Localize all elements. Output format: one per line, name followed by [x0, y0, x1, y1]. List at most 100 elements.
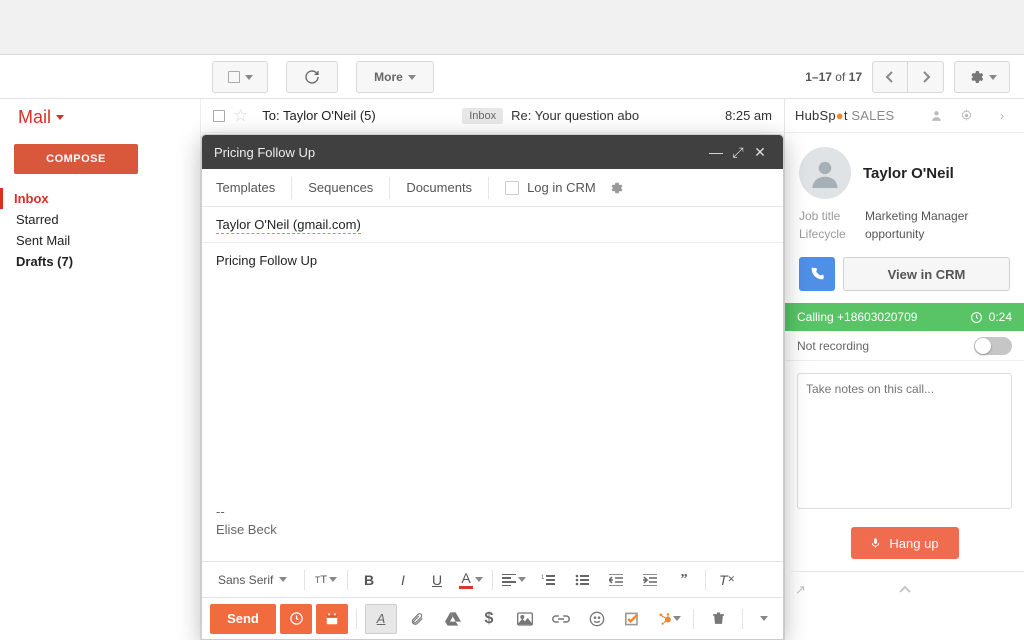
sidebar-item-drafts[interactable]: Drafts (7)	[14, 251, 182, 272]
text-color-icon[interactable]: A	[454, 566, 488, 594]
drive-icon[interactable]	[437, 604, 469, 634]
format-toggle-icon[interactable]: A	[365, 604, 397, 634]
more-label: More	[374, 70, 403, 84]
compose-body[interactable]: -- Elise Beck	[202, 278, 783, 561]
underline-icon[interactable]: U	[420, 566, 454, 594]
numbered-list-icon[interactable]: 1	[531, 566, 565, 594]
expand-icon[interactable]: ⤢	[727, 144, 749, 161]
call-timer: 0:24	[989, 310, 1012, 324]
row-subject: Re: Your question abo	[511, 108, 702, 123]
svg-text:1: 1	[541, 575, 545, 581]
folder-nav: Inbox Starred Sent Mail Drafts (7)	[14, 188, 182, 272]
mail-row[interactable]: ☆ To: Taylor O'Neil (5) Inbox Re: Your q…	[201, 99, 784, 133]
more-send-options[interactable]	[751, 604, 771, 634]
send-later-icon[interactable]	[280, 604, 312, 634]
hs-user-icon[interactable]	[930, 109, 954, 122]
settings-button[interactable]	[954, 61, 1010, 93]
font-dropdown[interactable]: Sans Serif	[210, 566, 300, 594]
sequences-tab[interactable]: Sequences	[292, 177, 390, 199]
inbox-chip: Inbox	[462, 108, 503, 124]
bold-icon[interactable]: B	[352, 566, 386, 594]
sidebar-item-starred[interactable]: Starred	[14, 209, 182, 230]
contact-properties: Job titleMarketing Manager Lifecycleoppo…	[785, 209, 1024, 257]
attach-icon[interactable]	[401, 604, 433, 634]
sidebar-item-sent[interactable]: Sent Mail	[14, 230, 182, 251]
money-icon[interactable]: $	[473, 604, 505, 634]
row-sender: To: Taylor O'Neil (5)	[262, 108, 462, 123]
log-in-crm-toggle[interactable]: Log in CRM	[505, 180, 596, 195]
align-icon[interactable]	[497, 566, 531, 594]
row-checkbox[interactable]	[213, 110, 225, 122]
indent-more-icon[interactable]	[633, 566, 667, 594]
sidebar-item-inbox[interactable]: Inbox	[0, 188, 182, 209]
italic-icon[interactable]: I	[386, 566, 420, 594]
next-page-button[interactable]	[908, 61, 944, 93]
recording-row: Not recording	[785, 331, 1024, 361]
call-notes	[797, 373, 1012, 509]
compose-header[interactable]: Pricing Follow Up — ⤢ ✕	[202, 135, 783, 169]
hs-expand-icon[interactable]: ›	[990, 108, 1014, 123]
send-button[interactable]: Send	[210, 604, 276, 634]
compose-subject-field[interactable]: Pricing Follow Up	[202, 243, 783, 278]
open-external-icon[interactable]: ↗	[795, 582, 806, 598]
trash-icon[interactable]	[702, 604, 734, 634]
send-bar: Send A $	[202, 597, 783, 639]
compose-settings-icon[interactable]	[610, 181, 624, 195]
signature-dash: --	[216, 504, 225, 519]
notes-textarea[interactable]	[797, 373, 1012, 509]
call-button[interactable]	[799, 257, 835, 291]
compose-button[interactable]: COMPOSE	[14, 144, 138, 174]
view-in-crm-button[interactable]: View in CRM	[843, 257, 1010, 291]
center-pane: ☆ To: Taylor O'Neil (5) Inbox Re: Your q…	[200, 99, 784, 640]
remove-format-icon[interactable]: T✕	[710, 566, 744, 594]
mail-toolbar: More 1–17 of 17	[0, 55, 1024, 99]
format-bar: Sans Serif TT B I U A 1 ” T✕	[202, 561, 783, 597]
mail-dropdown[interactable]: Mail	[18, 107, 182, 128]
hubspot-header: HubSp●t SALES ›	[785, 99, 1024, 133]
hubspot-logo: HubSp●t SALES	[795, 108, 894, 123]
recording-toggle[interactable]	[974, 337, 1012, 355]
text-size-icon[interactable]: TT	[309, 566, 343, 594]
chevron-right-icon	[921, 71, 931, 83]
contact-profile: Taylor O'Neil	[785, 133, 1024, 209]
hubspot-panel: HubSp●t SALES › Taylor O'Neil Job titleM…	[784, 99, 1024, 640]
page-counter: 1–17 of 17	[805, 70, 862, 84]
left-sidebar: Mail COMPOSE Inbox Starred Sent Mail Dra…	[0, 99, 200, 640]
top-band	[0, 0, 1024, 55]
templates-tab[interactable]: Templates	[216, 177, 292, 199]
more-button[interactable]: More	[356, 61, 434, 93]
emoji-icon[interactable]	[581, 604, 613, 634]
compose-toolbar: Templates Sequences Documents Log in CRM	[202, 169, 783, 207]
meetings-icon[interactable]	[316, 604, 348, 634]
refresh-button[interactable]	[286, 61, 338, 93]
prev-page-button[interactable]	[872, 61, 908, 93]
close-icon[interactable]: ✕	[749, 144, 771, 161]
mic-icon	[870, 536, 881, 550]
compose-to-field[interactable]: Taylor O'Neil (gmail.com)	[202, 207, 783, 243]
recipient-chip[interactable]: Taylor O'Neil (gmail.com)	[216, 217, 361, 234]
star-icon[interactable]: ☆	[233, 106, 248, 126]
lifecycle-value: opportunity	[865, 227, 924, 241]
quote-icon[interactable]: ”	[667, 566, 701, 594]
page-nav	[872, 61, 944, 93]
calling-bar: Calling +18603020709 0:24	[785, 303, 1024, 331]
documents-tab[interactable]: Documents	[390, 177, 489, 199]
bullet-list-icon[interactable]	[565, 566, 599, 594]
chevron-left-icon	[885, 71, 895, 83]
hang-up-button[interactable]: Hang up	[851, 527, 959, 559]
link-icon[interactable]	[545, 604, 577, 634]
select-dropdown[interactable]	[212, 61, 268, 93]
photo-icon[interactable]	[509, 604, 541, 634]
collapse-panel-icon[interactable]	[898, 585, 912, 595]
panel-footer: ↗	[785, 571, 1024, 607]
indent-less-icon[interactable]	[599, 566, 633, 594]
track-open-icon[interactable]	[617, 604, 649, 634]
minimize-icon[interactable]: —	[705, 144, 727, 160]
hubspot-icon[interactable]	[653, 604, 685, 634]
refresh-icon	[304, 69, 320, 85]
calling-text: Calling +18603020709	[797, 310, 917, 324]
row-time: 8:25 am	[702, 108, 772, 123]
hs-settings-icon[interactable]	[960, 109, 984, 122]
compose-popup: Pricing Follow Up — ⤢ ✕ Templates Sequen…	[201, 134, 784, 640]
gear-icon	[968, 69, 984, 85]
